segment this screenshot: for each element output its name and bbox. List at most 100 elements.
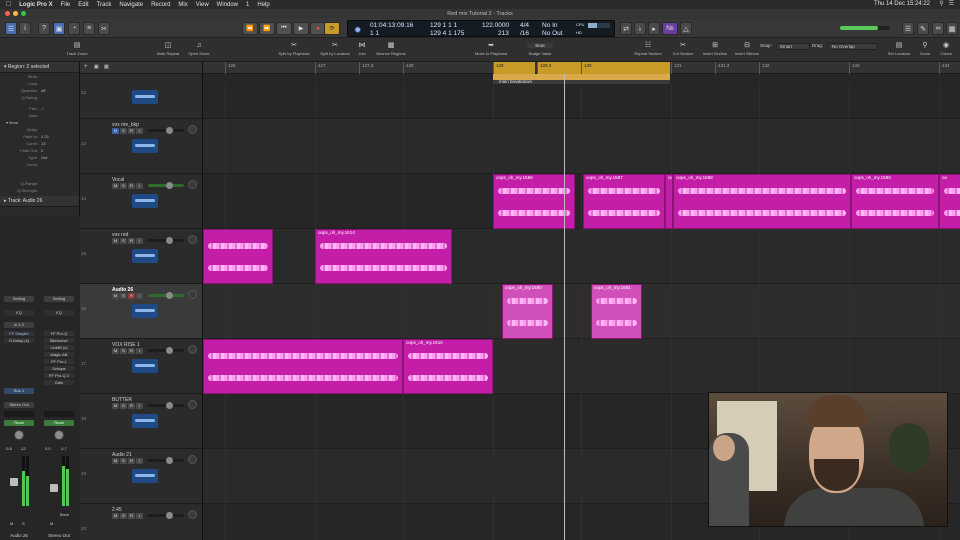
plugin-slot[interactable]: Schope: [44, 366, 74, 372]
record-enable-button[interactable]: R: [128, 348, 135, 354]
pan-knob[interactable]: [188, 235, 197, 244]
record-enable-button[interactable]: R: [128, 128, 135, 134]
plugin-slot[interactable]: LinMB (s): [44, 345, 74, 351]
input-monitor-button[interactable]: I: [136, 513, 143, 519]
track-volume-slider[interactable]: [148, 347, 184, 354]
plugin-slot[interactable]: FF Simpler: [4, 331, 34, 337]
mute-button[interactable]: M: [112, 128, 119, 134]
bounce-button[interactable]: Bnce: [60, 512, 69, 517]
menu-file[interactable]: File: [61, 2, 71, 8]
volume-fader[interactable]: [10, 478, 18, 486]
catch-playhead-icon[interactable]: ▦: [104, 64, 109, 70]
rewind-button[interactable]: ⏪: [242, 22, 258, 35]
menu-app[interactable]: Logic Pro X: [19, 2, 52, 8]
inspector-row[interactable]: Q-Strength:: [0, 187, 79, 194]
setting-button[interactable]: Setting: [4, 296, 34, 302]
notepad-button[interactable]: ✎: [917, 22, 929, 35]
pan-knob[interactable]: [188, 125, 197, 134]
input-monitor-button[interactable]: I: [136, 348, 143, 354]
inspector-row[interactable]: Q-Range:: [0, 180, 79, 187]
join-tool[interactable]: ⋈ Join: [355, 41, 369, 56]
set-locators-tool[interactable]: ▤ Set Locators: [884, 41, 914, 56]
menu-1[interactable]: 1: [246, 2, 249, 8]
nudge-value-select[interactable]: Beat: [514, 41, 566, 51]
track-row[interactable]: 20 2.45 M S R I: [80, 504, 202, 540]
lcd-display[interactable]: ✹ 01:04:13:09.16 1 1 129 1 1 1 129 4 1 1…: [347, 20, 615, 37]
fast-forward-button[interactable]: ⏩: [259, 22, 275, 35]
lcd-division[interactable]: /16: [520, 30, 529, 37]
mute-button[interactable]: M: [10, 521, 13, 526]
audio-region[interactable]: oops_oh_my.1614: [315, 229, 452, 284]
editors-button[interactable]: ✂: [98, 22, 110, 35]
track-volume-slider[interactable]: [148, 457, 184, 464]
menu-list-icon[interactable]: ☰: [949, 0, 954, 7]
inspector-row[interactable]: Q-Swing:: [0, 94, 79, 101]
play-button[interactable]: ▶: [293, 22, 309, 35]
audio-region-selected[interactable]: oops_oh_my.1680: [502, 284, 553, 339]
mute-button[interactable]: M: [112, 403, 119, 409]
colors-tool[interactable]: ◉ Colors: [936, 41, 956, 56]
mute-button[interactable]: M: [112, 238, 119, 244]
insert-silence-tool[interactable]: ⊟ Insert Silence: [732, 41, 762, 56]
eq-display[interactable]: EQ: [4, 310, 34, 316]
pan-knob[interactable]: [188, 180, 197, 189]
eq-display[interactable]: EQ: [44, 310, 74, 316]
mute-button[interactable]: M: [112, 513, 119, 519]
input-monitor-button[interactable]: I: [136, 183, 143, 189]
input-monitor-button[interactable]: I: [136, 293, 143, 299]
volume-knob[interactable]: [166, 512, 173, 519]
insert-section-tool[interactable]: ⊞ Insert Section: [700, 41, 730, 56]
plugin-slot[interactable]: H-Delay (s): [4, 338, 34, 344]
audio-region[interactable]: oops_oh_my.1586: [493, 174, 575, 229]
browser-button[interactable]: ▦: [946, 22, 958, 35]
pan-knob[interactable]: [188, 455, 197, 464]
metronome-button[interactable]: △: [680, 22, 692, 35]
track-row[interactable]: 12: [80, 74, 202, 119]
volume-knob[interactable]: [166, 457, 173, 464]
volume-knob[interactable]: [166, 292, 173, 299]
menu-window[interactable]: Window: [217, 2, 238, 8]
split-by-locators-tool[interactable]: ✂ Split by Locators: [316, 41, 354, 56]
mixer-button[interactable]: ≡: [83, 22, 95, 35]
audio-region[interactable]: [203, 339, 403, 394]
lcd-signature[interactable]: 4/4: [520, 22, 529, 29]
inspector-row[interactable]: Loop:: [0, 80, 79, 87]
region-inspector-header[interactable]: ▾ Region: 2 selected: [0, 62, 79, 73]
solo-button[interactable]: S: [120, 458, 127, 464]
open-score-tool[interactable]: ♫ Open Score: [186, 41, 212, 56]
track-row[interactable]: 19 Audio 21 M S R I: [80, 449, 202, 504]
pan-knob[interactable]: [54, 430, 64, 440]
audio-region[interactable]: [203, 229, 273, 284]
output-slot[interactable]: Stereo Out: [4, 402, 34, 408]
cycle-button[interactable]: ⟳: [324, 22, 340, 35]
drag-select[interactable]: No Overlap: [828, 43, 878, 50]
track-row[interactable]: 15 vox red M S R I: [80, 229, 202, 284]
record-enable-button[interactable]: R: [128, 293, 135, 299]
snap-select[interactable]: Smart: [776, 43, 810, 50]
go-to-beginning-button[interactable]: ⏮: [276, 22, 292, 35]
track-row-selected[interactable]: 16 Audio 26 M S R I: [80, 284, 202, 339]
menu-navigate[interactable]: Navigate: [119, 2, 143, 8]
inspector-row[interactable]: Fade Out: 2: [0, 147, 79, 154]
plugin-slot[interactable]: Magic AB: [44, 352, 74, 358]
master-volume-slider[interactable]: [840, 26, 890, 30]
setting-button[interactable]: Setting: [44, 296, 74, 302]
audio-region[interactable]: oops_oh_my.1590: [851, 174, 939, 229]
inspector-row[interactable]: Fade In: 2 22: [0, 133, 79, 140]
bar-ruler[interactable]: 126 127 127.3 128 129 129.3 130 131 131.…: [203, 62, 960, 74]
more-section-header[interactable]: ▾ More: [0, 119, 79, 126]
solo-button[interactable]: S: [120, 128, 127, 134]
send-slot[interactable]: Bus 1: [4, 388, 34, 394]
apple-menu-icon[interactable]: : [6, 1, 11, 8]
solo-button[interactable]: S: [120, 293, 127, 299]
search-icon[interactable]: ⚲: [939, 0, 943, 7]
arrangement-marker[interactable]: main breakdown: [493, 74, 670, 84]
audio-region[interactable]: oops_oh_my.1616: [403, 339, 493, 394]
input-monitor-button[interactable]: I: [136, 128, 143, 134]
audio-region[interactable]: oo: [665, 174, 673, 229]
volume-knob[interactable]: [166, 347, 173, 354]
mute-button[interactable]: M: [112, 183, 119, 189]
input-monitor-button[interactable]: I: [136, 403, 143, 409]
record-enable-button[interactable]: R: [128, 458, 135, 464]
solo-button[interactable]: S: [120, 183, 127, 189]
